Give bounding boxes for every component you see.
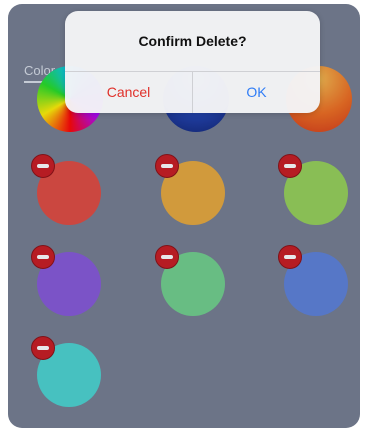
alert-title: Confirm Delete? xyxy=(138,33,247,49)
ok-button[interactable]: OK xyxy=(193,72,320,113)
confirm-delete-alert: Confirm Delete? Cancel OK xyxy=(65,11,320,113)
cancel-button[interactable]: Cancel xyxy=(65,72,192,113)
